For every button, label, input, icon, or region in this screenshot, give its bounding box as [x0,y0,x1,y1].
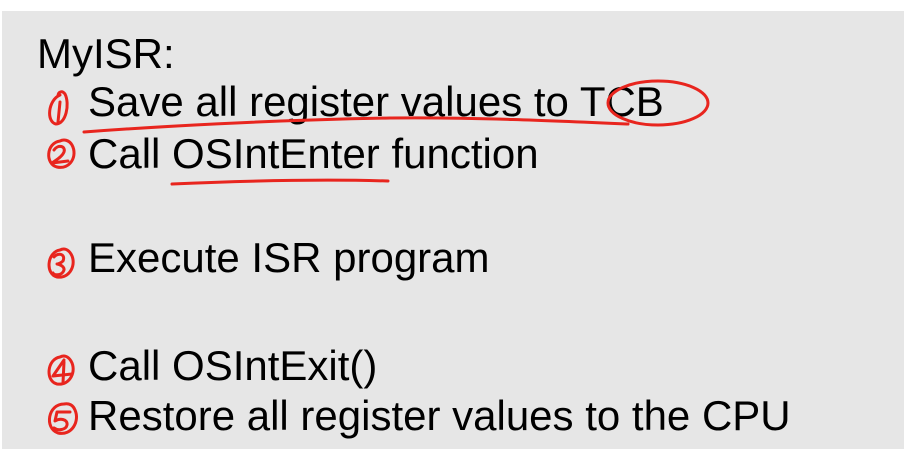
step-call-osintexit: Call OSIntExit() [88,342,378,389]
step-call-osintenter: Call OSIntEnter function [88,130,539,177]
step-save-registers: Save all register values to TCB [88,78,664,125]
step-execute-isr: Execute ISR program [88,234,490,281]
step-restore-registers: Restore all register values to the CPU [88,392,791,439]
slide-title: MyISR: [37,30,175,77]
